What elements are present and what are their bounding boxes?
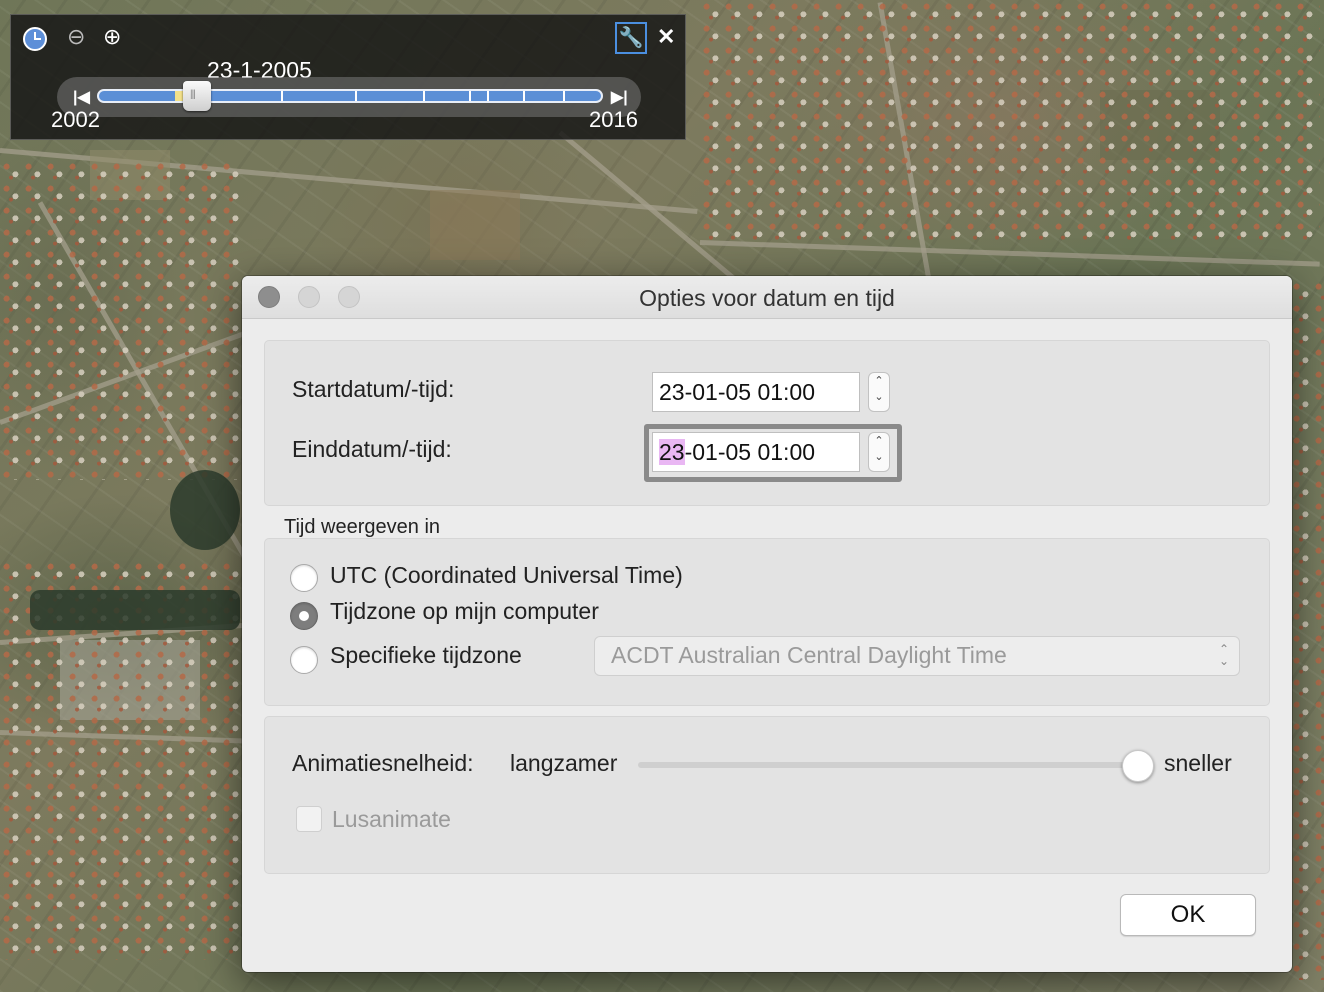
radio-utc-label[interactable]: UTC (Coordinated Universal Time) [330,562,683,589]
slider-tick [563,91,565,101]
animation-group [264,716,1270,874]
radio-utc[interactable] [290,564,318,592]
start-datetime-field[interactable]: 23-01-05 01:00 [652,372,860,412]
chevron-up-down-icon: ⌃ ⌄ [1218,642,1229,668]
skip-back-icon[interactable]: |◀ [73,87,90,107]
slider-tick [355,91,357,101]
animation-speed-thumb[interactable] [1122,750,1154,782]
wrench-icon[interactable]: 🔧 [615,22,647,54]
radio-local-timezone[interactable] [290,602,318,630]
radio-specific-timezone[interactable] [290,646,318,674]
zoom-in-icon[interactable]: ⊕ [103,25,121,49]
range-end-label: 2016 [589,107,638,132]
end-datetime-selected-segment: 23 [659,439,685,465]
range-start-label: 2002 [51,107,100,132]
ok-button[interactable]: OK [1120,894,1256,936]
animation-speed-label: Animatiesnelheid: [292,750,474,776]
radio-specific-timezone-label[interactable]: Specifieke tijdzone [330,642,522,669]
timezone-select-value: ACDT Australian Central Daylight Time [611,642,1007,668]
start-datetime-stepper[interactable]: ⌃ ⌄ [868,372,890,412]
loop-animation-checkbox[interactable] [296,806,322,832]
time-slider-panel: ⊖ ⊕ 🔧 ✕ 23-1-2005 |◀ ▶| 2002 2016 [10,14,686,140]
slider-tick [281,91,283,101]
close-icon[interactable]: ✕ [657,25,675,49]
slider-tick [523,91,525,101]
timezone-section-title: Tijd weergeven in [284,516,441,538]
time-slider-track[interactable] [97,89,603,103]
speed-slow-label: langzamer [510,750,618,776]
slider-selection [175,91,183,101]
skip-forward-icon[interactable]: ▶| [611,87,628,107]
loop-animation-label: Lusanimate [332,806,451,832]
end-datetime-rest: -01-05 01:00 [684,439,816,465]
time-slider-thumb[interactable] [183,81,211,111]
slider-tick [487,91,489,101]
end-datetime-field[interactable]: 23-01-05 01:00 [652,432,860,472]
date-time-options-dialog: Opties voor datum en tijd Startdatum/-ti… [242,276,1292,972]
slider-tick [423,91,425,101]
end-datetime-label: Einddatum/-tijd: [292,436,452,462]
speed-fast-label: sneller [1164,750,1232,776]
end-datetime-stepper[interactable]: ⌃ ⌄ [868,432,890,472]
start-datetime-label: Startdatum/-tijd: [292,376,455,402]
dialog-title: Opties voor datum en tijd [639,285,895,311]
timezone-select[interactable]: ACDT Australian Central Daylight Time ⌃ ⌄ [594,636,1240,676]
zoom-out-icon[interactable]: ⊖ [67,25,85,49]
dialog-titlebar[interactable]: Opties voor datum en tijd [242,276,1292,319]
clock-icon[interactable] [23,27,47,51]
radio-local-timezone-label[interactable]: Tijdzone op mijn computer [330,598,599,625]
animation-speed-track[interactable] [638,762,1134,768]
slider-tick [469,91,471,101]
